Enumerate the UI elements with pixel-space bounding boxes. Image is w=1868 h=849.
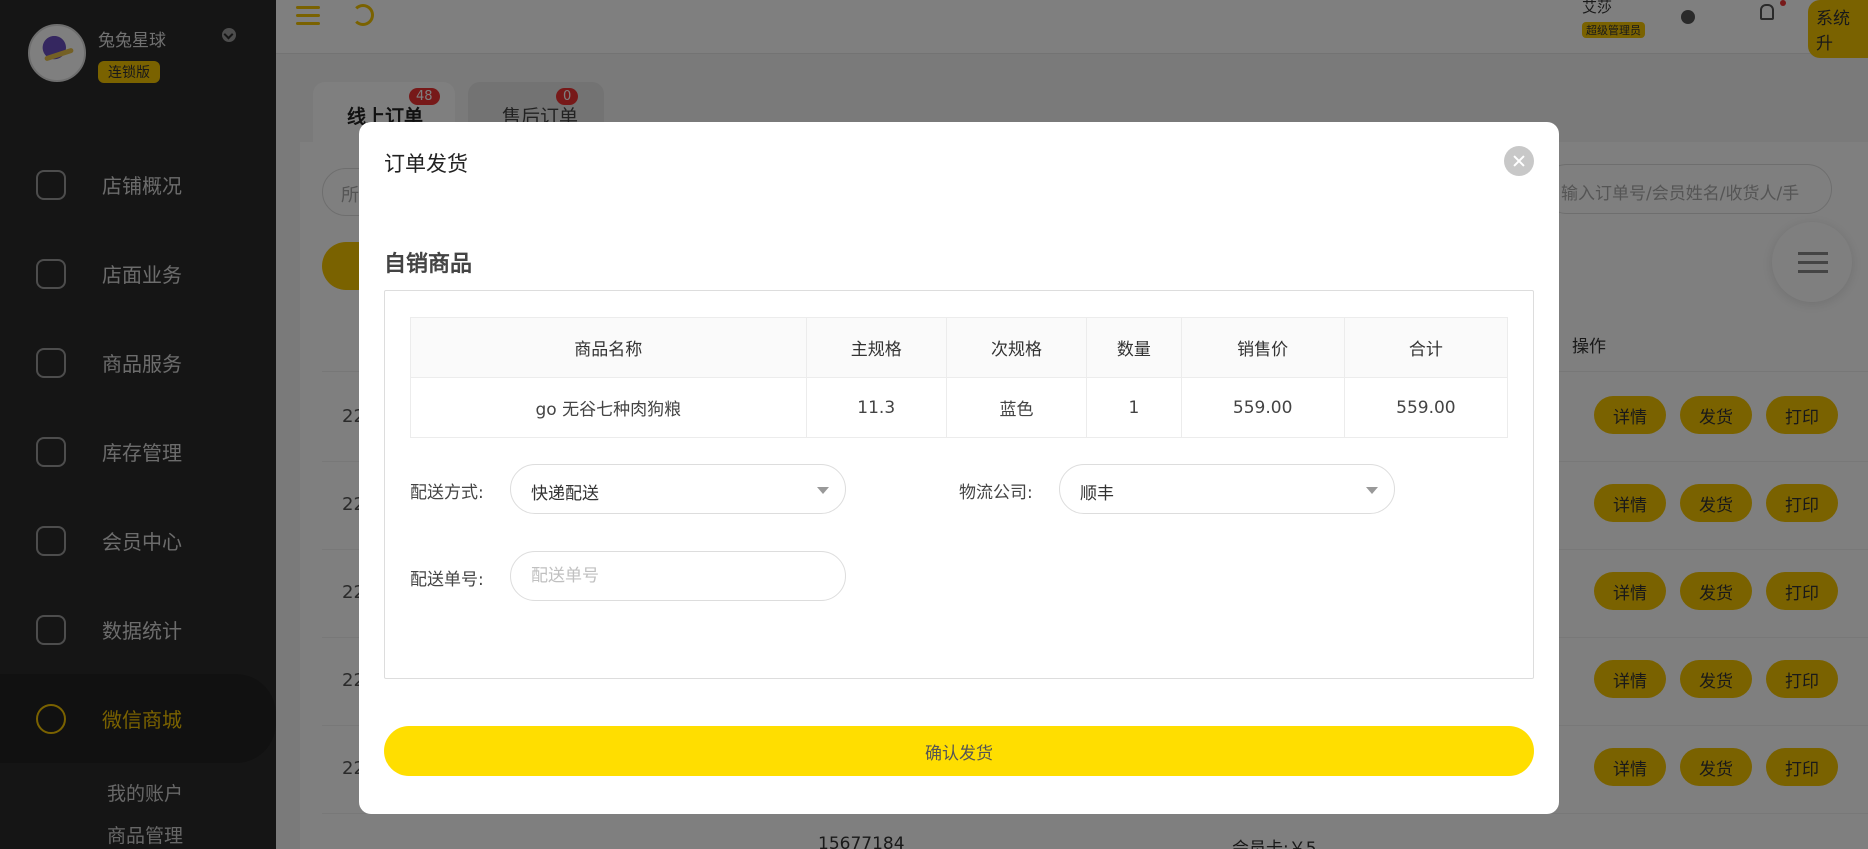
column-header: 次规格 — [945, 317, 1088, 378]
tracking-number-input[interactable] — [510, 551, 846, 601]
select-value: 快递配送 — [531, 484, 599, 504]
logistics-company-label: 物流公司: — [959, 483, 1033, 503]
section-title: 自销商品 — [384, 252, 473, 277]
goods-table: 商品名称 主规格 次规格 数量 销售价 合计 go 无谷七种肉狗粮 11.3 蓝… — [410, 317, 1509, 438]
column-header: 主规格 — [805, 317, 947, 378]
caret-down-icon — [817, 487, 829, 494]
table-row: go 无谷七种肉狗粮 11.3 蓝色 1 559.00 559.00 — [410, 377, 1509, 438]
dialog-title: 订单发货 — [384, 152, 468, 176]
column-header: 数量 — [1086, 317, 1182, 378]
quantity: 1 — [1086, 377, 1182, 438]
table-header-row: 商品名称 主规格 次规格 数量 销售价 合计 — [410, 317, 1509, 378]
goods-name: go 无谷七种肉狗粮 — [410, 377, 807, 438]
total-price: 559.00 — [1343, 377, 1509, 438]
select-value: 顺丰 — [1080, 484, 1114, 504]
confirm-ship-button[interactable]: 确认发货 — [384, 726, 1534, 776]
goods-section: 商品名称 主规格 次规格 数量 销售价 合计 go 无谷七种肉狗粮 11.3 蓝… — [384, 290, 1534, 679]
delivery-method-label: 配送方式: — [410, 483, 484, 503]
sub-spec: 蓝色 — [945, 377, 1088, 438]
column-header: 合计 — [1343, 317, 1509, 378]
close-icon[interactable] — [1504, 146, 1534, 176]
column-header: 销售价 — [1180, 317, 1345, 378]
delivery-method-select[interactable]: 快递配送 — [510, 464, 846, 514]
tracking-number-label: 配送单号: — [410, 570, 484, 590]
caret-down-icon — [1366, 487, 1378, 494]
sale-price: 559.00 — [1180, 377, 1345, 438]
main-spec: 11.3 — [805, 377, 947, 438]
ship-order-dialog: 订单发货 自销商品 商品名称 主规格 次规格 数量 销售价 合计 go 无谷七种… — [359, 122, 1559, 814]
logistics-company-select[interactable]: 顺丰 — [1059, 464, 1395, 514]
column-header: 商品名称 — [410, 317, 807, 378]
